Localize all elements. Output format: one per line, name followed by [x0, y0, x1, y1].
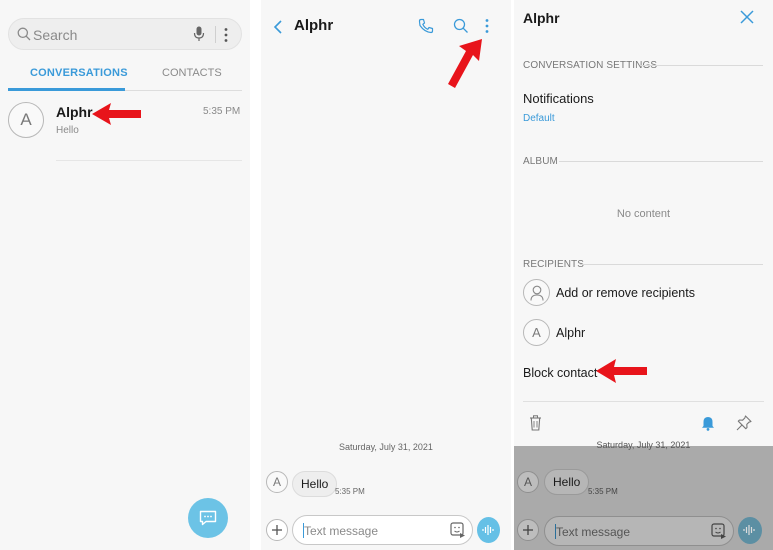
sticker-icon[interactable]: [450, 522, 466, 539]
settings-title: Alphr: [523, 10, 560, 26]
background-avatar: A: [517, 471, 539, 493]
microphone-icon[interactable]: [193, 26, 205, 42]
red-arrow-annotation: [596, 359, 647, 383]
date-separator: Saturday, July 31, 2021: [339, 442, 433, 452]
tab-conversations[interactable]: CONVERSATIONS: [30, 67, 128, 79]
message-composer[interactable]: Text message: [292, 515, 473, 545]
section-divider: [580, 264, 763, 265]
tab-contacts[interactable]: CONTACTS: [162, 67, 222, 79]
attach-button[interactable]: [266, 519, 288, 541]
add-recipient-avatar: [523, 279, 550, 306]
actions-divider: [523, 401, 764, 402]
voice-send-button[interactable]: [477, 517, 500, 543]
active-tab-indicator: [8, 88, 125, 91]
search-input[interactable]: Search: [33, 27, 77, 43]
search-bar[interactable]: Search: [8, 18, 242, 50]
background-date-separator: Saturday, July 31, 2021: [596, 440, 691, 450]
background-attach-button: [517, 519, 539, 541]
bell-icon[interactable]: [701, 416, 715, 431]
settings-screen: Alphr CONVERSATION SETTINGS Notification…: [514, 0, 773, 550]
add-recipients-label: Add or remove recipients: [556, 286, 695, 300]
message-time: 5:35 PM: [335, 487, 365, 496]
search-divider: [215, 26, 216, 43]
person-icon: [530, 285, 544, 301]
section-divider: [559, 161, 763, 162]
new-message-button[interactable]: [188, 498, 228, 538]
section-divider: [640, 65, 763, 66]
red-arrow-annotation: [92, 103, 141, 125]
block-contact-button[interactable]: Block contact: [523, 366, 597, 380]
plus-icon: [272, 525, 282, 535]
more-options-icon[interactable]: [485, 18, 489, 34]
notifications-value: Default: [523, 113, 555, 124]
close-icon[interactable]: [740, 10, 754, 24]
conversation-preview: Hello: [56, 125, 79, 136]
plus-icon: [523, 525, 533, 535]
sticker-icon: [711, 523, 726, 539]
conversation-name: Alphr: [56, 104, 93, 120]
background-text-input: Text message: [556, 525, 631, 539]
avatar[interactable]: A: [266, 471, 288, 493]
back-arrow-icon[interactable]: [273, 19, 283, 35]
search-icon: [17, 27, 31, 41]
background-composer: Text message: [544, 516, 734, 546]
background-voice-button: [738, 517, 762, 544]
waveform-icon: [482, 525, 494, 535]
trash-icon[interactable]: [529, 415, 542, 431]
search-icon[interactable]: [453, 18, 469, 34]
thread-screen: Alphr Saturday, July 31, 2021 A Hello 5:…: [261, 0, 511, 550]
list-divider: [56, 160, 242, 161]
background-message-bubble: Hello: [544, 469, 590, 495]
conversation-time: 5:35 PM: [203, 106, 241, 117]
waveform-icon: [743, 525, 755, 535]
text-message-input[interactable]: Text message: [304, 524, 378, 538]
phone-icon[interactable]: [418, 18, 434, 34]
new-message-icon: [199, 510, 217, 526]
section-header-recipients: RECIPIENTS: [523, 259, 585, 270]
thread-title: Alphr: [294, 17, 334, 34]
album-empty-text: No content: [616, 208, 671, 220]
message-bubble[interactable]: Hello: [292, 471, 338, 497]
red-arrow-annotation: [448, 39, 482, 88]
section-header-conversation-settings: CONVERSATION SETTINGS: [523, 60, 658, 71]
conversations-screen: Search CONVERSATIONS CONTACTS A Alphr He…: [0, 0, 250, 550]
recipient-name[interactable]: Alphr: [556, 326, 585, 340]
recipient-avatar[interactable]: A: [523, 319, 550, 346]
notifications-label: Notifications: [523, 91, 594, 106]
section-header-album: ALBUM: [523, 156, 558, 167]
avatar: A: [8, 102, 44, 138]
more-options-icon[interactable]: [224, 27, 228, 43]
pin-icon[interactable]: [736, 415, 752, 431]
background-message-time: 5:35 PM: [588, 487, 618, 496]
